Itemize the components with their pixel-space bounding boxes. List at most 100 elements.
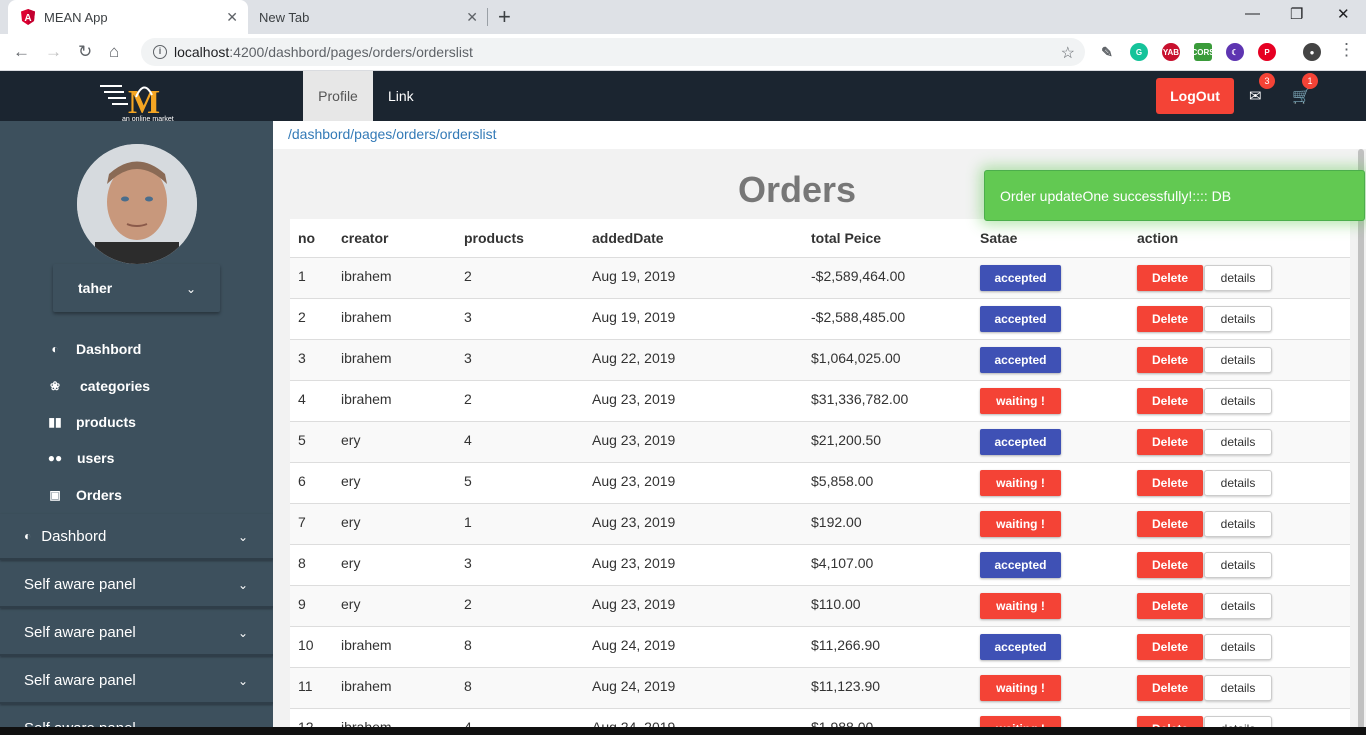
details-button[interactable]: details (1204, 510, 1272, 537)
cell-status: waiting ! (972, 502, 1129, 544)
mail-icon[interactable]: ✉ (1249, 87, 1262, 105)
status-badge[interactable]: accepted (980, 264, 1061, 291)
chevron-down-icon: ⌄ (238, 626, 249, 640)
status-badge[interactable]: waiting ! (980, 510, 1061, 537)
panel-self-aware-1[interactable]: Self aware panel ⌄ (0, 562, 273, 608)
tab-title: New Tab (259, 9, 310, 25)
scrollbar[interactable] (1356, 149, 1366, 735)
status-badge[interactable]: accepted (980, 633, 1061, 660)
back-icon[interactable]: ← (13, 42, 30, 62)
cell-action: Deletedetails (1129, 420, 1350, 462)
bookmark-star-icon[interactable]: ☆ (1061, 43, 1075, 63)
delete-button[interactable]: Delete (1137, 428, 1203, 455)
details-button[interactable]: details (1204, 469, 1272, 496)
status-badge[interactable]: waiting ! (980, 592, 1061, 619)
sidebar-item-orders[interactable]: ▣ Orders (47, 485, 122, 505)
delete-button[interactable]: Delete (1137, 510, 1203, 537)
details-button[interactable]: details (1204, 674, 1272, 701)
minimize-icon[interactable]: — (1245, 5, 1260, 22)
cell-status: waiting ! (972, 584, 1129, 626)
status-badge[interactable]: waiting ! (980, 387, 1061, 414)
cell-no: 8 (290, 543, 333, 585)
info-icon[interactable]: i (153, 45, 167, 59)
profile-avatar-icon[interactable]: ● (1303, 43, 1321, 61)
panel-self-aware-2[interactable]: Self aware panel ⌄ (0, 610, 273, 656)
maximize-icon[interactable]: ❐ (1290, 5, 1303, 23)
cart-icon[interactable]: 🛒 (1292, 87, 1311, 105)
delete-button[interactable]: Delete (1137, 305, 1203, 332)
grammarly-icon[interactable]: G (1130, 43, 1148, 61)
market-logo[interactable]: M an online market (100, 79, 178, 123)
delete-button[interactable]: Delete (1137, 387, 1203, 414)
delete-button[interactable]: Delete (1137, 592, 1203, 619)
nav-profile[interactable]: Profile (303, 71, 373, 121)
status-badge[interactable]: waiting ! (980, 674, 1061, 701)
close-tab-icon[interactable]: ✕ (466, 9, 478, 26)
col-header-addeddate: addedDate (584, 219, 803, 258)
forward-icon[interactable]: → (45, 42, 62, 62)
pinterest-icon[interactable]: P (1258, 43, 1276, 61)
details-button[interactable]: details (1204, 387, 1272, 414)
panel-self-aware-3[interactable]: Self aware panel ⌄ (0, 658, 273, 704)
details-button[interactable]: details (1204, 592, 1272, 619)
cell-no: 11 (290, 666, 333, 708)
cell-no: 1 (290, 256, 333, 298)
delete-button[interactable]: Delete (1137, 551, 1203, 578)
cell-products: 3 (456, 338, 584, 380)
toast-notification[interactable]: Order updateOne successfully!:::: DB (984, 170, 1365, 221)
status-badge[interactable]: accepted (980, 551, 1061, 578)
sidebar-item-products[interactable]: ▮▮ products (47, 412, 136, 432)
cell-products: 8 (456, 666, 584, 708)
table-row: 11 ibrahem 8 Aug 24, 2019 $11,123.90 waiting … (290, 666, 1350, 708)
details-button[interactable]: details (1204, 428, 1272, 455)
home-icon[interactable]: ⌂ (109, 42, 119, 62)
cell-action: Deletedetails (1129, 666, 1350, 708)
delete-button[interactable]: Delete (1137, 264, 1203, 291)
details-button[interactable]: details (1204, 633, 1272, 660)
browser-tab-mean-app[interactable]: A MEAN App ✕ (8, 0, 248, 34)
new-tab-button[interactable]: + (498, 4, 511, 30)
cell-products: 1 (456, 502, 584, 544)
panel-dashbord[interactable]: ◐ Dashbord ⌄ (0, 514, 273, 560)
details-button[interactable]: details (1204, 264, 1272, 291)
scrollbar-thumb[interactable] (1358, 149, 1364, 735)
username: taher (78, 280, 113, 296)
logout-button[interactable]: LogOut (1156, 78, 1234, 114)
user-dropdown[interactable]: taher ⌄ (53, 264, 220, 312)
cell-products: 2 (456, 584, 584, 626)
delete-button[interactable]: Delete (1137, 633, 1203, 660)
status-badge[interactable]: accepted (980, 428, 1061, 455)
cell-creator: ery (333, 584, 456, 626)
address-bar[interactable]: i localhost:4200/dashbord/pages/orders/o… (141, 38, 1085, 66)
cell-no: 5 (290, 420, 333, 462)
sidebar-item-label: Orders (76, 487, 122, 503)
table-row: 9 ery 2 Aug 23, 2019 $110.00 waiting ! Delete d… (290, 584, 1350, 626)
breadcrumb[interactable]: /dashbord/pages/orders/orderslist (273, 121, 1366, 149)
details-button[interactable]: details (1204, 346, 1272, 373)
eyedropper-icon[interactable]: ✎ (1098, 43, 1116, 61)
delete-button[interactable]: Delete (1137, 674, 1203, 701)
status-badge[interactable]: accepted (980, 346, 1061, 373)
moon-icon[interactable]: ☾ (1226, 43, 1244, 61)
delete-button[interactable]: Delete (1137, 346, 1203, 373)
chrome-menu-icon[interactable]: ⋮ (1338, 40, 1355, 60)
cell-action: Deletedetails (1129, 584, 1350, 626)
status-badge[interactable]: waiting ! (980, 469, 1061, 496)
cors-icon[interactable]: CORS (1191, 43, 1215, 61)
nav-link[interactable]: Link (388, 71, 414, 121)
browser-tab-new-tab[interactable]: New Tab ✕ (248, 0, 488, 34)
reload-icon[interactable]: ↻ (78, 42, 92, 62)
cell-action: Deletedetails (1129, 502, 1350, 544)
cell-status: accepted (972, 420, 1129, 462)
shopping-bag-icon: ▣ (49, 488, 61, 502)
details-button[interactable]: details (1204, 305, 1272, 332)
status-badge[interactable]: accepted (980, 305, 1061, 332)
close-tab-icon[interactable]: ✕ (226, 9, 238, 26)
yab-icon[interactable]: YAB (1162, 43, 1180, 61)
sidebar-item-dashbord[interactable]: ◐ Dashbord (47, 339, 141, 359)
details-button[interactable]: details (1204, 551, 1272, 578)
delete-button[interactable]: Delete (1137, 469, 1203, 496)
sidebar-item-categories[interactable]: ❀ categories (47, 376, 150, 396)
sidebar-item-users[interactable]: ●● users (47, 448, 115, 468)
close-window-icon[interactable]: ✕ (1337, 5, 1350, 23)
